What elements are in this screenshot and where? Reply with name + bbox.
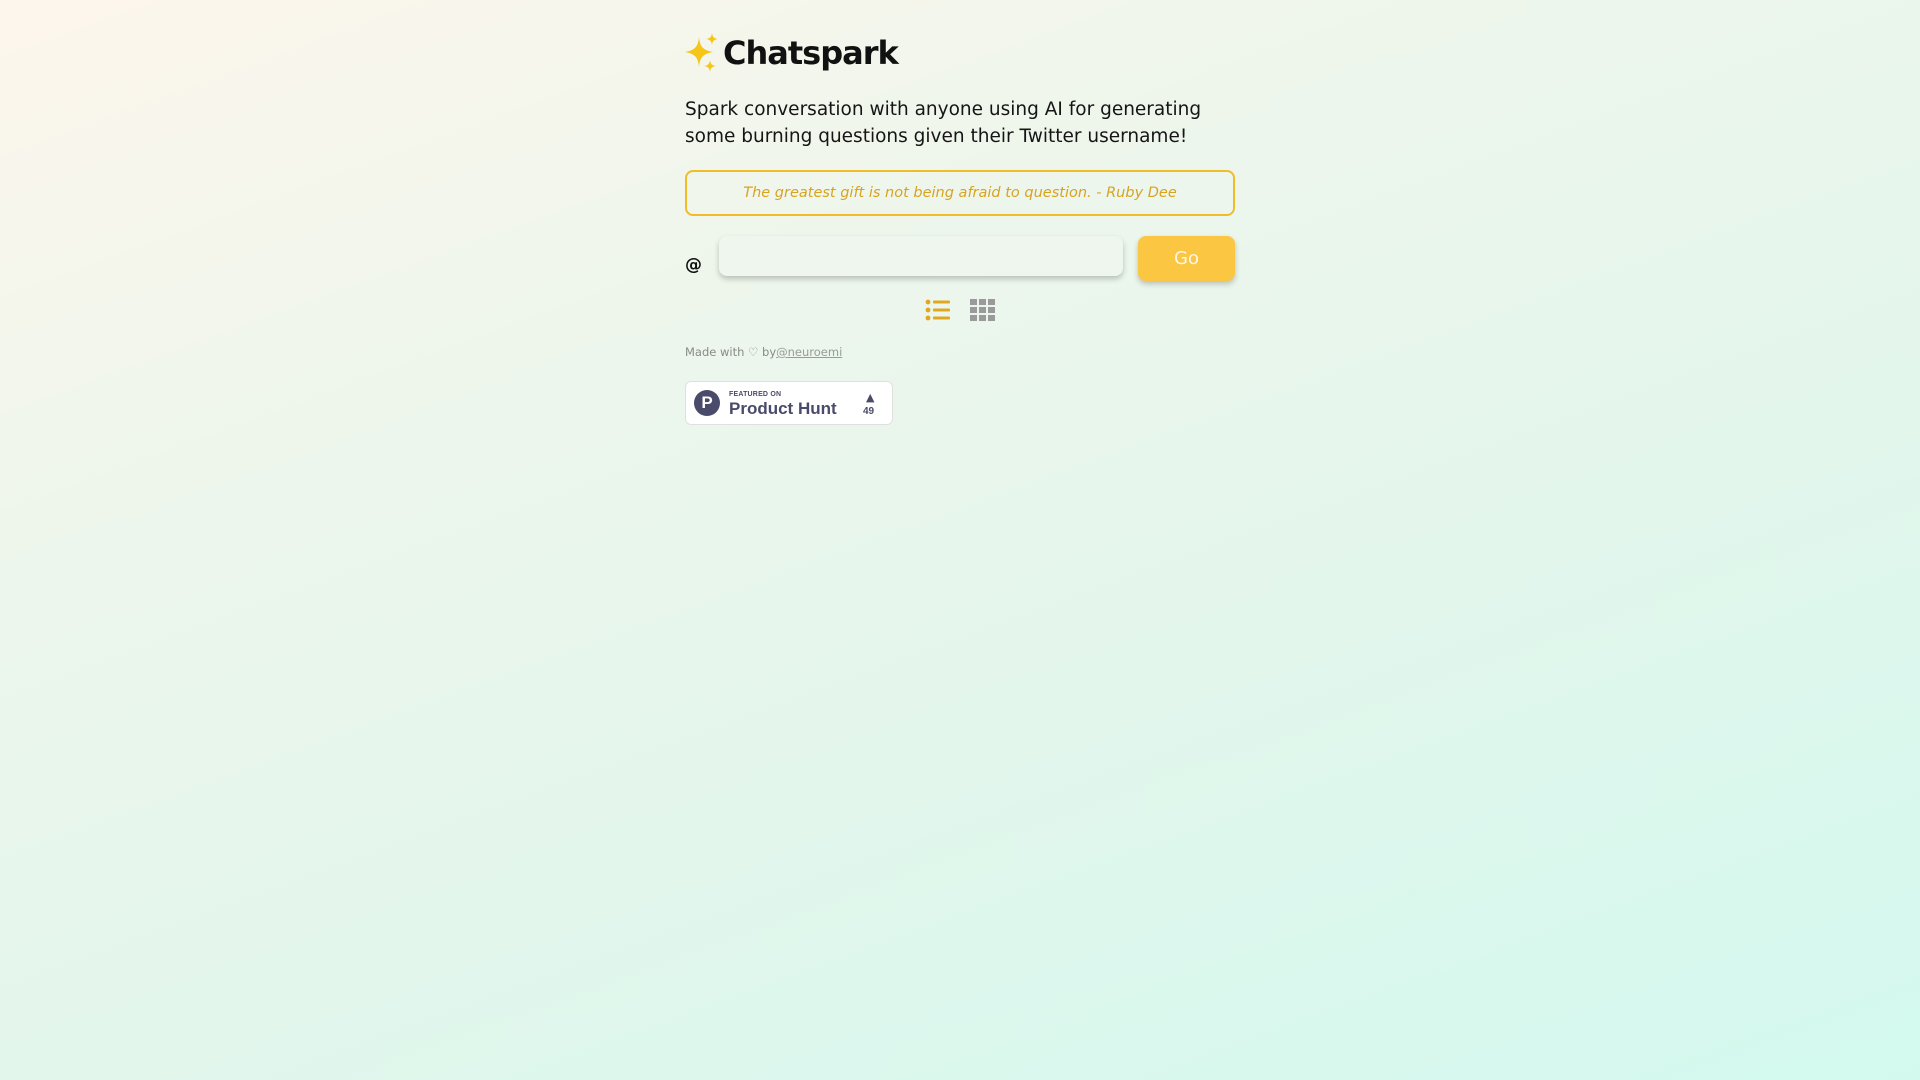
main-container: Chatspark Spark conversation with anyone… — [685, 0, 1235, 425]
at-prefix: @ — [685, 255, 702, 275]
list-view-button[interactable] — [925, 299, 951, 325]
quote-text: The greatest gift is not being afraid to… — [743, 185, 1177, 201]
tagline: Spark conversation with anyone using AI … — [685, 99, 1202, 147]
made-with-text: Made with ♡ by — [685, 345, 777, 359]
sparkles-icon — [685, 33, 719, 73]
grid-icon — [969, 299, 995, 325]
product-hunt-logo-icon: P — [694, 390, 720, 416]
username-input[interactable] — [719, 236, 1123, 276]
ph-name: Product Hunt — [729, 399, 837, 418]
list-icon — [925, 299, 951, 325]
footer-credit: Made with ♡ by@neuroemi — [685, 345, 842, 359]
search-row: @ Go — [685, 236, 1235, 282]
header: Chatspark — [685, 30, 1235, 76]
upvote-count: 49 — [863, 406, 875, 417]
product-hunt-badge[interactable]: P FEATURED ON Product Hunt ▲ 49 — [685, 381, 893, 425]
app-title: Chatspark — [723, 34, 899, 72]
quote-box: The greatest gift is not being afraid to… — [685, 170, 1235, 216]
grid-view-button[interactable] — [969, 299, 995, 325]
view-toggle — [925, 299, 995, 326]
author-link[interactable]: @neuroemi — [776, 345, 842, 359]
ph-featured-label: FEATURED ON — [729, 391, 782, 398]
go-button[interactable]: Go — [1138, 236, 1235, 281]
upvote-arrow-icon: ▲ — [866, 391, 875, 404]
